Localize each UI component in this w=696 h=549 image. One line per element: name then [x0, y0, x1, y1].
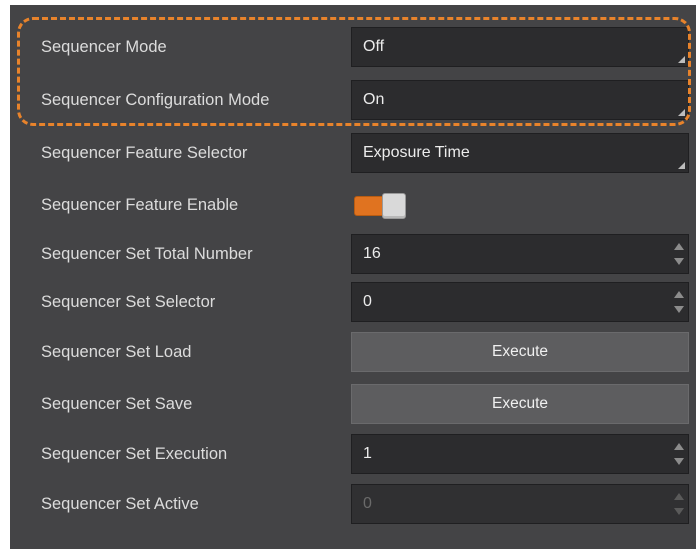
- row-sequencer-feature-selector: Sequencer Feature Selector Exposure Time: [10, 133, 696, 173]
- sequencer-configuration-mode-dropdown[interactable]: On: [351, 80, 689, 120]
- sequencer-set-load-execute-button[interactable]: Execute: [351, 332, 689, 372]
- spinbox-value: 0: [363, 495, 372, 512]
- sequencer-properties-panel: Sequencer Mode Off Sequencer Configurati…: [10, 5, 696, 549]
- row-sequencer-set-execution: Sequencer Set Execution 1: [10, 434, 696, 474]
- row-sequencer-set-total-number: Sequencer Set Total Number 16: [10, 234, 696, 274]
- sequencer-set-active-label: Sequencer Set Active: [41, 495, 199, 513]
- sequencer-feature-selector-label: Sequencer Feature Selector: [41, 144, 248, 162]
- spinbox-value: 1: [363, 445, 372, 462]
- spin-down-icon[interactable]: [674, 306, 684, 313]
- row-sequencer-set-load: Sequencer Set Load Execute: [10, 332, 696, 372]
- sequencer-set-active-spinbox: 0: [351, 484, 689, 524]
- row-sequencer-set-save: Sequencer Set Save Execute: [10, 384, 696, 424]
- sequencer-set-execution-spinbox[interactable]: 1: [351, 434, 689, 474]
- row-sequencer-configuration-mode: Sequencer Configuration Mode On: [10, 80, 696, 120]
- row-sequencer-mode: Sequencer Mode Off: [10, 27, 696, 67]
- spin-down-icon: [674, 508, 684, 515]
- sequencer-mode-dropdown[interactable]: Off: [351, 27, 689, 67]
- sequencer-set-save-label: Sequencer Set Save: [41, 395, 193, 413]
- sequencer-feature-enable-toggle[interactable]: [354, 193, 406, 219]
- sequencer-set-selector-label: Sequencer Set Selector: [41, 293, 216, 311]
- spin-down-icon[interactable]: [674, 458, 684, 465]
- sequencer-set-total-number-spinbox[interactable]: 16: [351, 234, 689, 274]
- spinbox-value: 0: [363, 293, 372, 310]
- spin-up-icon[interactable]: [674, 443, 684, 450]
- sequencer-set-total-number-label: Sequencer Set Total Number: [41, 245, 253, 263]
- sequencer-set-save-execute-button[interactable]: Execute: [351, 384, 689, 424]
- row-sequencer-set-selector: Sequencer Set Selector 0: [10, 282, 696, 322]
- sequencer-set-execution-label: Sequencer Set Execution: [41, 445, 228, 463]
- spin-up-icon: [674, 493, 684, 500]
- spin-up-icon[interactable]: [674, 243, 684, 250]
- sequencer-set-load-label: Sequencer Set Load: [41, 343, 192, 361]
- sequencer-mode-label: Sequencer Mode: [41, 38, 167, 56]
- spin-down-icon[interactable]: [674, 258, 684, 265]
- spin-up-icon[interactable]: [674, 291, 684, 298]
- sequencer-set-selector-spinbox[interactable]: 0: [351, 282, 689, 322]
- toggle-knob[interactable]: [382, 193, 406, 219]
- row-sequencer-set-active: Sequencer Set Active 0: [10, 484, 696, 524]
- sequencer-feature-selector-dropdown[interactable]: Exposure Time: [351, 133, 689, 173]
- row-sequencer-feature-enable: Sequencer Feature Enable: [10, 185, 696, 225]
- spinbox-value: 16: [363, 245, 381, 262]
- sequencer-configuration-mode-label: Sequencer Configuration Mode: [41, 91, 270, 109]
- sequencer-feature-enable-label: Sequencer Feature Enable: [41, 196, 239, 214]
